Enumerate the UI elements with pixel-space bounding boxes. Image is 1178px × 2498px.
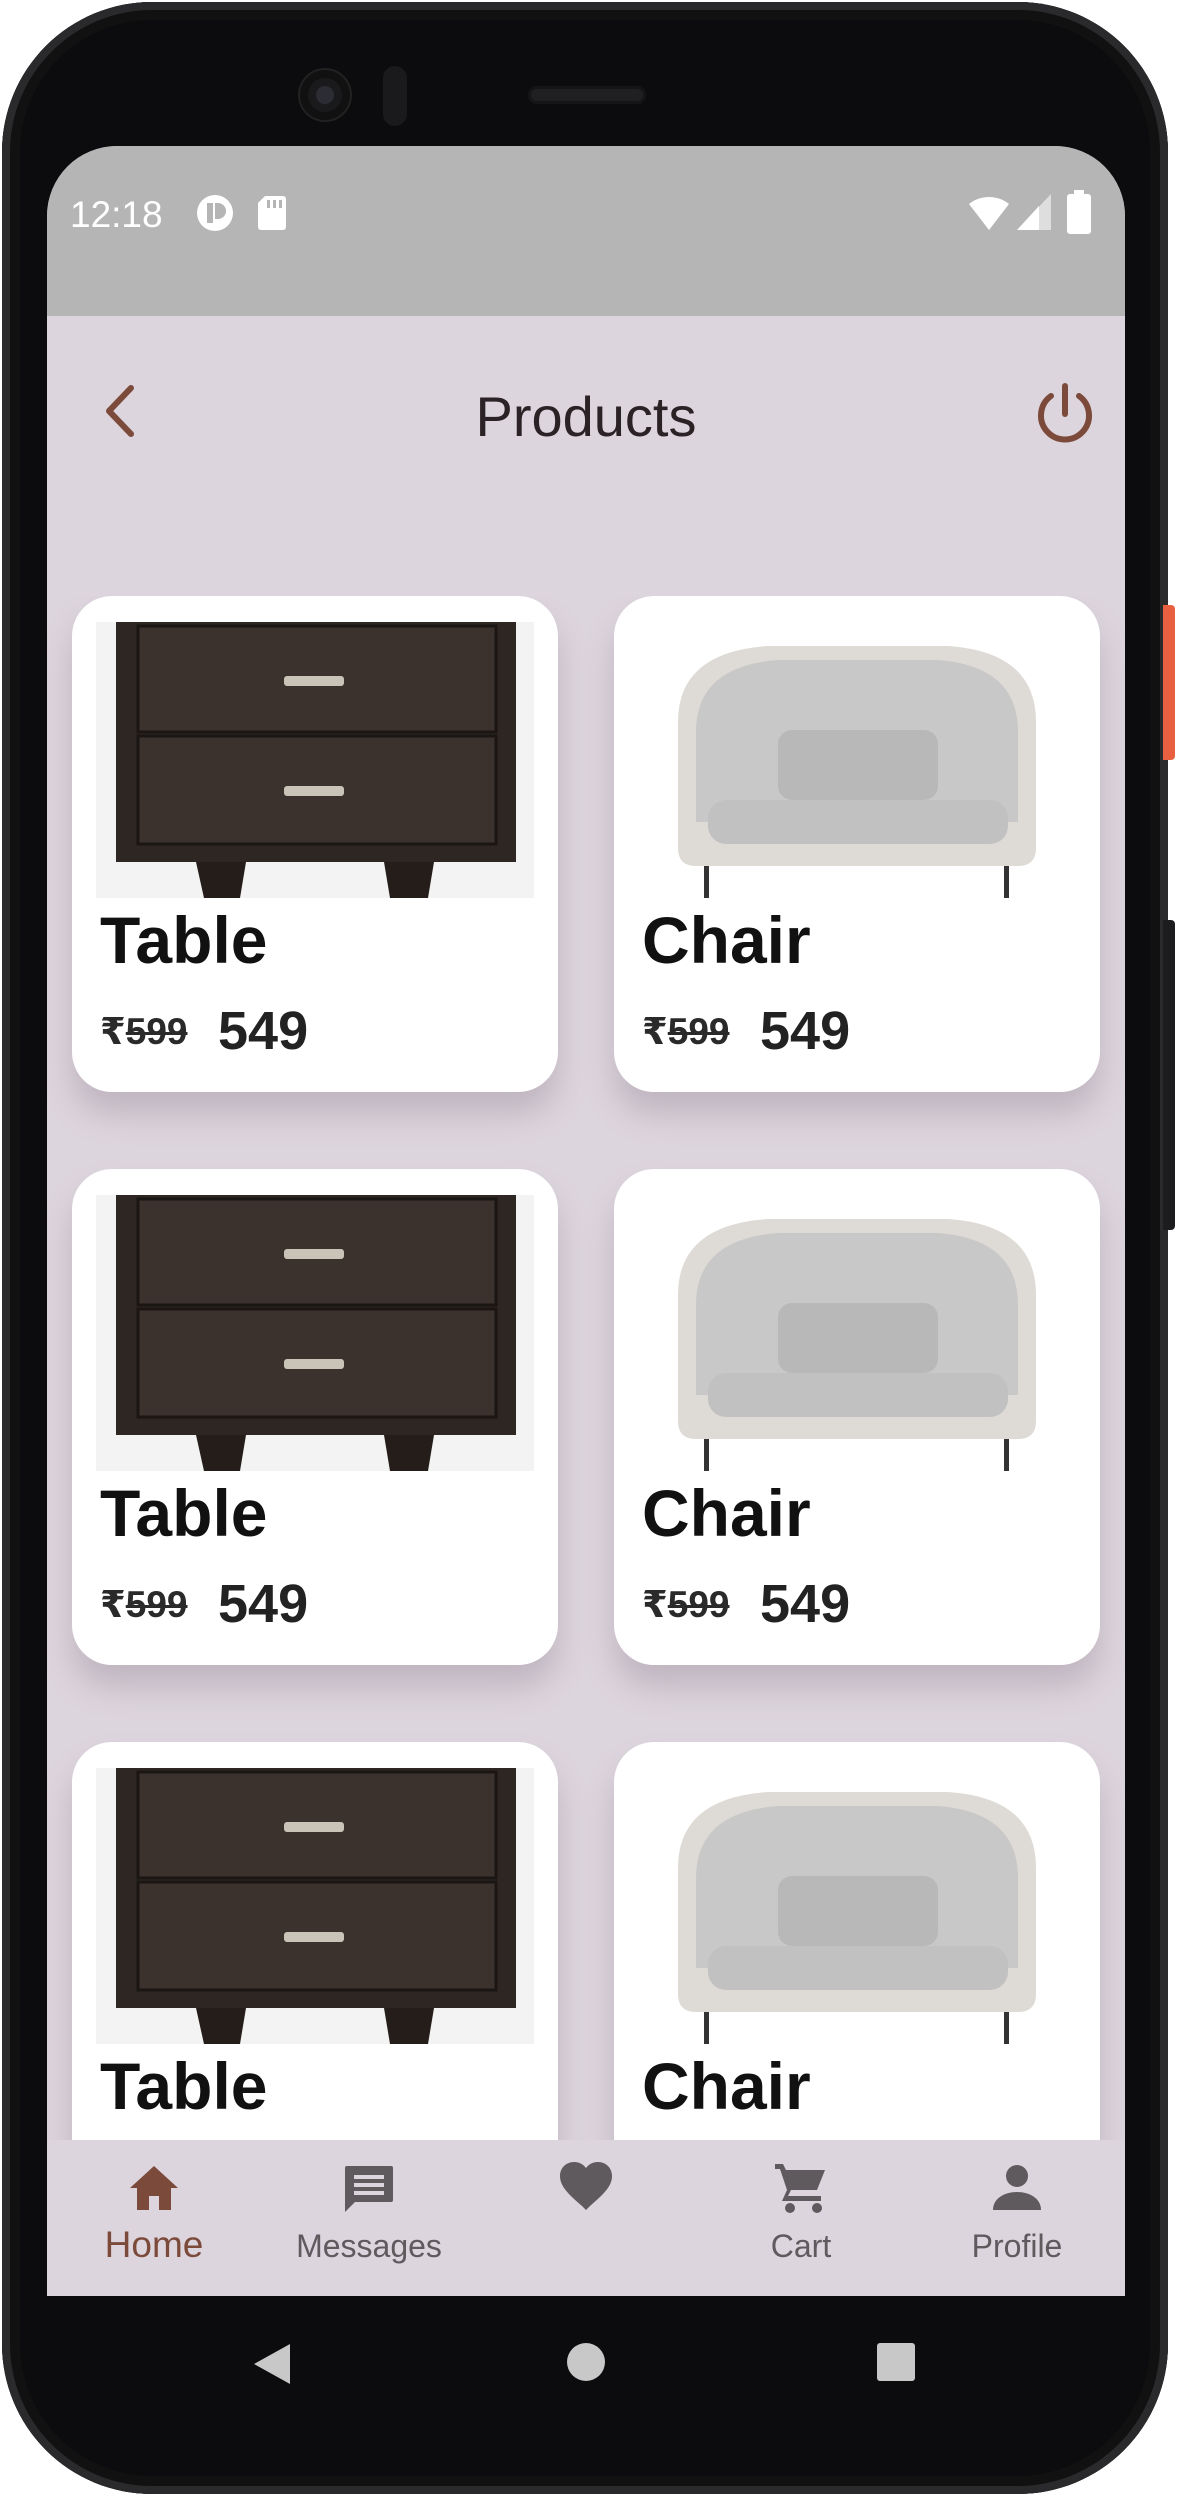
sale-price: 549 [218,1001,309,1061]
product-grid: Table ₹599 549 Chair ₹599 549 Table ₹599… [47,596,1125,2286]
nav-item-profile[interactable]: Profile [917,2140,1117,2296]
original-price: ₹599 [100,1011,188,1052]
product-card[interactable]: Table ₹599 549 [72,596,558,1092]
product-name: Chair [642,2049,811,2123]
volume-key [1163,920,1175,1230]
nav-item-messages[interactable]: Messages [269,2140,469,2296]
proximity-sensor [383,66,407,126]
product-name: Chair [642,1476,811,1550]
nightstand-image [96,1768,534,2044]
sale-price: 549 [760,1574,851,1634]
earpiece-speaker [528,86,646,104]
product-name: Table [100,903,268,977]
product-name: Chair [642,903,811,977]
product-card[interactable]: Chair ₹599 549 [614,596,1100,1092]
home-icon [130,2166,178,2210]
nightstand-image [96,622,534,898]
power-key [1163,605,1175,760]
nav-label-cart: Cart [770,2228,832,2264]
person-icon [993,2165,1041,2210]
original-price: ₹599 [642,1584,730,1625]
power-icon [1038,383,1092,443]
sd-card-icon [258,196,286,230]
product-name: Table [100,1476,268,1550]
original-price: ₹599 [642,1011,730,1052]
cart-icon [775,2164,825,2213]
battery-icon [1067,190,1091,234]
sale-price: 549 [218,1574,309,1634]
sofa-chair-image [638,1195,1076,1471]
status-time: 12:18 [70,194,163,235]
nightstand-image [96,1195,534,1471]
nav-label-home: Home [104,2224,204,2265]
system-home-icon[interactable] [566,2342,606,2382]
system-recents-icon[interactable] [876,2342,916,2382]
product-card[interactable]: Table ₹599 549 [72,1169,558,1665]
status-bar: 12:18 [47,146,1125,316]
sale-price: 549 [760,1001,851,1061]
system-navigation-bar [47,2296,1125,2426]
screen: 12:18 Products Table ₹599 549 Chair ₹599… [47,146,1125,2296]
app-notification-icon [197,195,233,231]
heart-icon [560,2162,612,2210]
wifi-icon [969,196,1009,230]
bottom-navigation: Home Messages Cart Profile [47,2140,1125,2296]
message-icon [345,2166,393,2212]
product-card[interactable]: Chair ₹599 549 [614,1169,1100,1665]
original-price: ₹599 [100,1584,188,1625]
nav-label-profile: Profile [971,2228,1063,2264]
product-name: Table [100,2049,268,2123]
front-camera [300,70,350,120]
sofa-chair-image [638,1768,1076,2044]
signal-icon [1017,194,1051,230]
nav-item-home[interactable]: Home [54,2140,254,2296]
system-back-icon[interactable] [252,2342,292,2386]
nav-item-favorites[interactable] [486,2140,686,2296]
sofa-chair-image [638,622,1076,898]
nav-item-cart[interactable]: Cart [701,2140,901,2296]
page-title: Products [475,385,697,448]
logout-button[interactable] [1027,376,1103,452]
nav-label-messages: Messages [296,2228,442,2264]
